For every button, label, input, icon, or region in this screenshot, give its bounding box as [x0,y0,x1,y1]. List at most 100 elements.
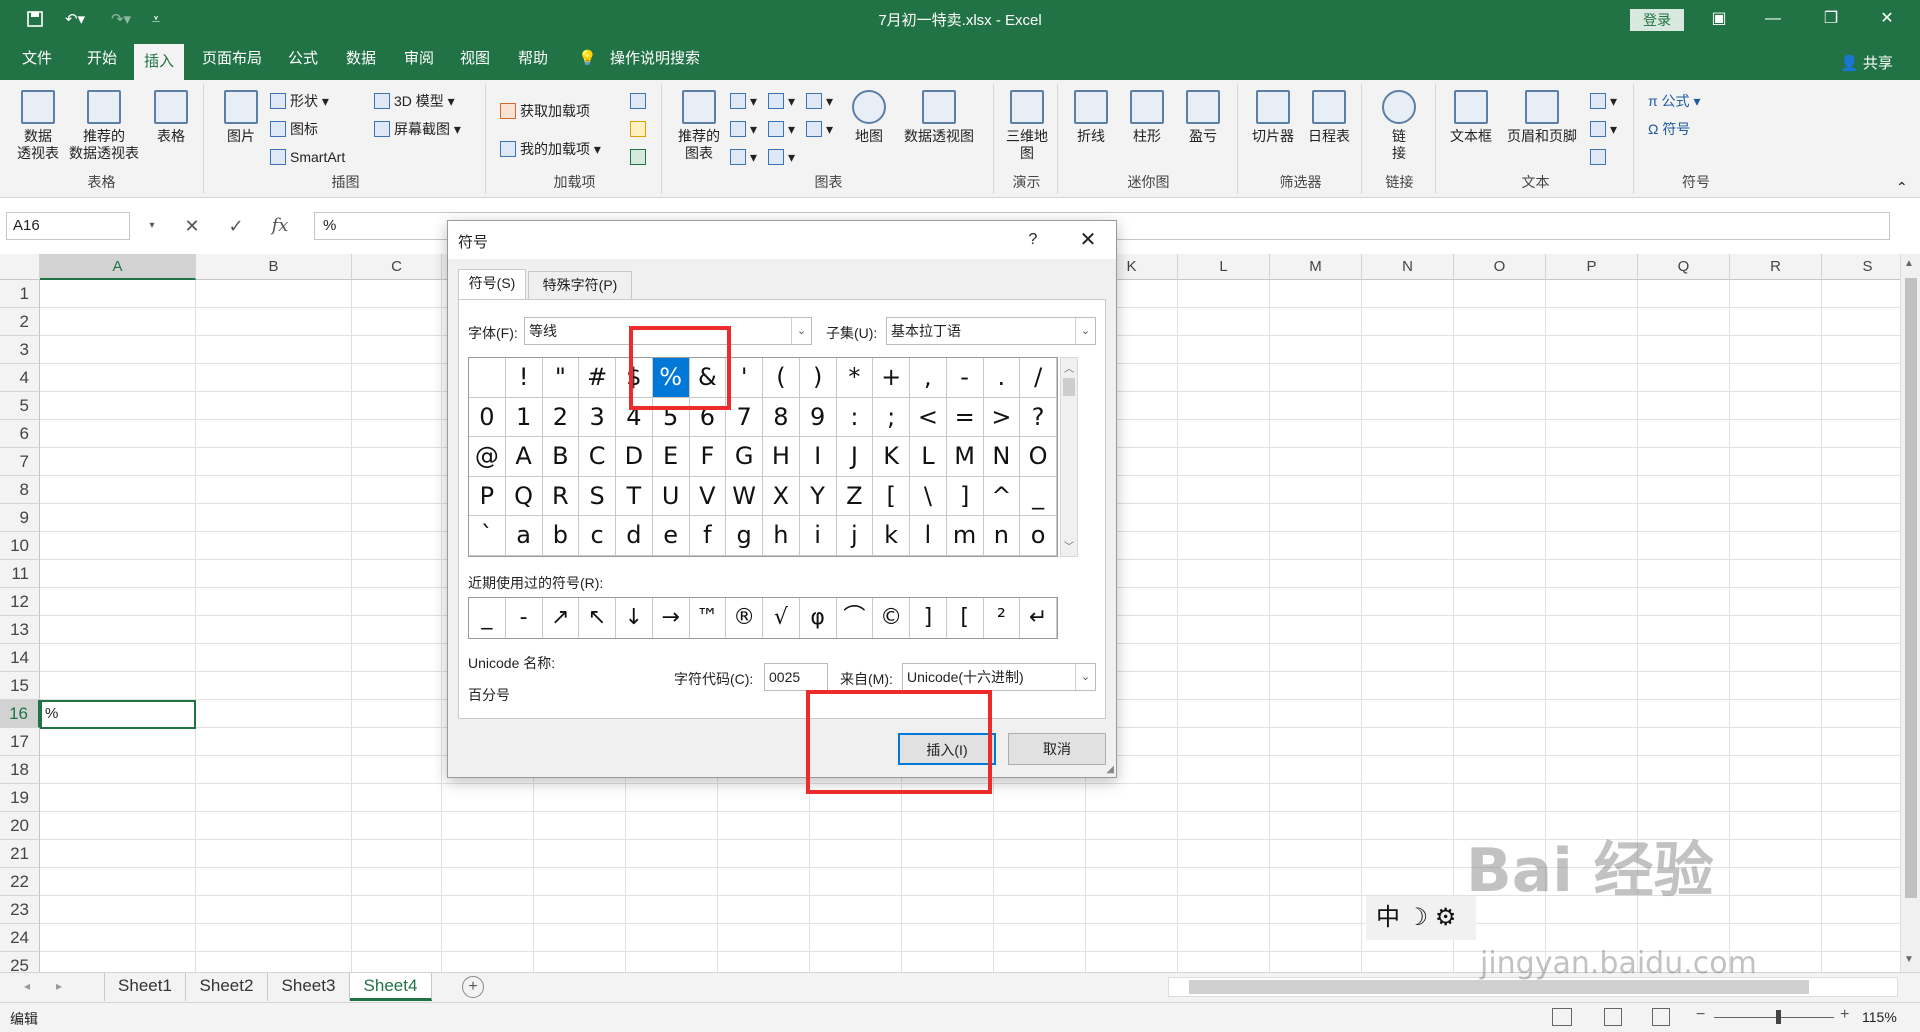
insert-function-icon[interactable]: fx [266,214,294,238]
line-chart-icon[interactable]: ▾ [768,90,795,112]
scroll-down-icon[interactable]: ▼ [1904,954,1914,965]
row-header[interactable]: 16 [0,700,40,728]
symbol-cell[interactable]: H [763,437,800,477]
normal-view-icon[interactable] [1552,1008,1572,1026]
symbol-cell[interactable]: " [542,358,580,398]
symbol-cell[interactable]: \ [910,476,947,517]
symbol-cell[interactable]: l [910,516,947,556]
link-button[interactable]: 链 接 [1374,90,1424,162]
symbol-cell[interactable]: F [689,437,727,477]
scroll-up-icon[interactable]: ▲ [1904,258,1914,269]
sparkline-winloss-button[interactable]: 盈亏 [1178,90,1228,145]
recommended-charts-button[interactable]: 推荐的 图表 [674,90,724,162]
recent-symbol-cell[interactable]: [ [947,598,984,638]
prev-sheet-icon[interactable]: ◂ [24,979,30,993]
vertical-scrollbar[interactable]: ▲ ▼ [1900,254,1920,972]
symbol-cell[interactable]: L [910,437,947,477]
symbol-cell[interactable]: 9 [799,397,837,438]
dialog-close-icon[interactable]: ✕ [1070,227,1106,253]
zoom-slider[interactable] [1714,1010,1834,1024]
recent-symbol-cell[interactable]: ↖ [579,598,616,638]
row-header[interactable]: 3 [0,336,40,364]
tab-formulas[interactable]: 公式 [288,46,318,72]
symbol-cell[interactable]: d [616,516,653,556]
login-button[interactable]: 登录 [1630,9,1684,31]
symbol-cell[interactable]: e [652,516,690,556]
recent-symbol-cell[interactable]: φ [800,598,837,638]
sparkline-line-button[interactable]: 折线 [1066,90,1116,145]
horizontal-scroll-thumb[interactable] [1189,980,1809,994]
symbol-cell[interactable]: ! [505,358,543,398]
symbol-cell[interactable]: C [579,437,616,477]
tab-insert[interactable]: 插入 [134,44,185,80]
symbol-cell[interactable]: W [726,476,763,517]
symbol-grid-scrollbar[interactable]: ︿ ﹀ [1060,357,1078,557]
symbol-scroll-thumb[interactable] [1063,378,1075,396]
symbol-cell[interactable]: 1 [505,397,543,438]
symbol-cell[interactable]: ? [1020,397,1057,438]
symbol-cell[interactable]: . [983,358,1021,398]
restore-icon[interactable]: ❐ [1808,6,1854,32]
symbol-cell[interactable]: I [799,437,837,477]
symbol-cell[interactable]: Y [799,476,837,517]
symbol-cell[interactable]: ( [763,358,800,398]
my-addins-button[interactable]: 我的加载项 ▾ [500,138,601,160]
map-chart-button[interactable]: 地图 [846,90,892,145]
waterfall-chart-icon[interactable]: ▾ [806,90,833,112]
recommended-pivot-button[interactable]: 推荐的 数据透视表 [64,90,144,162]
object-icon[interactable] [1590,146,1610,168]
zoom-out-icon[interactable]: − [1696,1006,1705,1024]
resize-grip-icon[interactable]: ◢ [1106,764,1114,775]
symbol-cell[interactable]: R [542,476,580,517]
statistic-chart-icon[interactable]: ▾ [768,118,795,140]
symbol-cell[interactable]: E [652,437,690,477]
symbol-cell[interactable]: , [910,358,947,398]
help-icon[interactable]: ? [1018,227,1048,253]
symbol-cell[interactable]: N [983,437,1021,477]
symbol-cell[interactable]: ; [873,397,910,438]
column-header[interactable]: A [40,254,196,280]
symbol-cell[interactable]: Z [836,476,874,517]
pie-chart-icon[interactable]: ▾ [730,146,757,168]
sparkline-column-button[interactable]: 柱形 [1122,90,1172,145]
combo-chart-icon[interactable]: ▾ [806,118,833,140]
column-header[interactable]: S [1822,254,1900,280]
tab-symbols[interactable]: 符号(S) [458,269,526,299]
recent-symbol-cell[interactable]: ↵ [1020,598,1057,638]
recent-symbol-cell[interactable]: _ [469,598,506,638]
subset-select[interactable]: 基本拉丁语 ⌄ [886,317,1096,345]
hierarchy-chart-icon[interactable]: ▾ [730,118,757,140]
ime-toolbar[interactable]: 中 ☽ ⚙ [1366,896,1476,940]
row-header[interactable]: 5 [0,392,40,420]
header-footer-button[interactable]: 页眉和页脚 [1500,90,1584,145]
zoom-slider-thumb[interactable] [1776,1010,1781,1024]
symbol-cell[interactable]: b [542,516,580,556]
symbol-cell[interactable]: a [505,516,543,556]
row-header[interactable]: 14 [0,644,40,672]
tab-review[interactable]: 审阅 [404,46,434,72]
symbol-cell[interactable]: m [946,516,984,556]
recent-symbol-cell[interactable]: ² [984,598,1021,638]
column-header[interactable]: Q [1638,254,1730,280]
symbol-cell[interactable]: G [726,437,763,477]
recent-symbol-cell[interactable]: - [506,598,543,638]
tab-file[interactable]: 文件 [22,46,52,72]
recent-symbol-cell[interactable]: ® [726,598,763,638]
column-header[interactable]: O [1454,254,1546,280]
3d-model-button[interactable]: 3D 模型 ▾ [374,90,455,112]
symbol-cell[interactable]: 7 [726,397,763,438]
recent-symbol-cell[interactable]: ↗ [543,598,580,638]
symbol-cell[interactable]: Q [505,476,543,517]
recent-symbol-cell[interactable]: ⌒ [837,598,874,638]
symbol-cell[interactable]: ` [469,516,506,556]
column-header[interactable]: P [1546,254,1638,280]
symbol-cell[interactable] [469,358,506,398]
symbol-cell[interactable]: - [946,358,984,398]
symbol-cell[interactable]: J [836,437,874,477]
row-header[interactable]: 1 [0,280,40,308]
vertical-scroll-thumb[interactable] [1905,278,1917,898]
symbol-cell[interactable]: X [763,476,800,517]
symbol-cell[interactable]: O [1020,437,1057,477]
picture-button[interactable]: 图片 [218,90,264,145]
symbol-cell[interactable]: 0 [469,397,506,438]
